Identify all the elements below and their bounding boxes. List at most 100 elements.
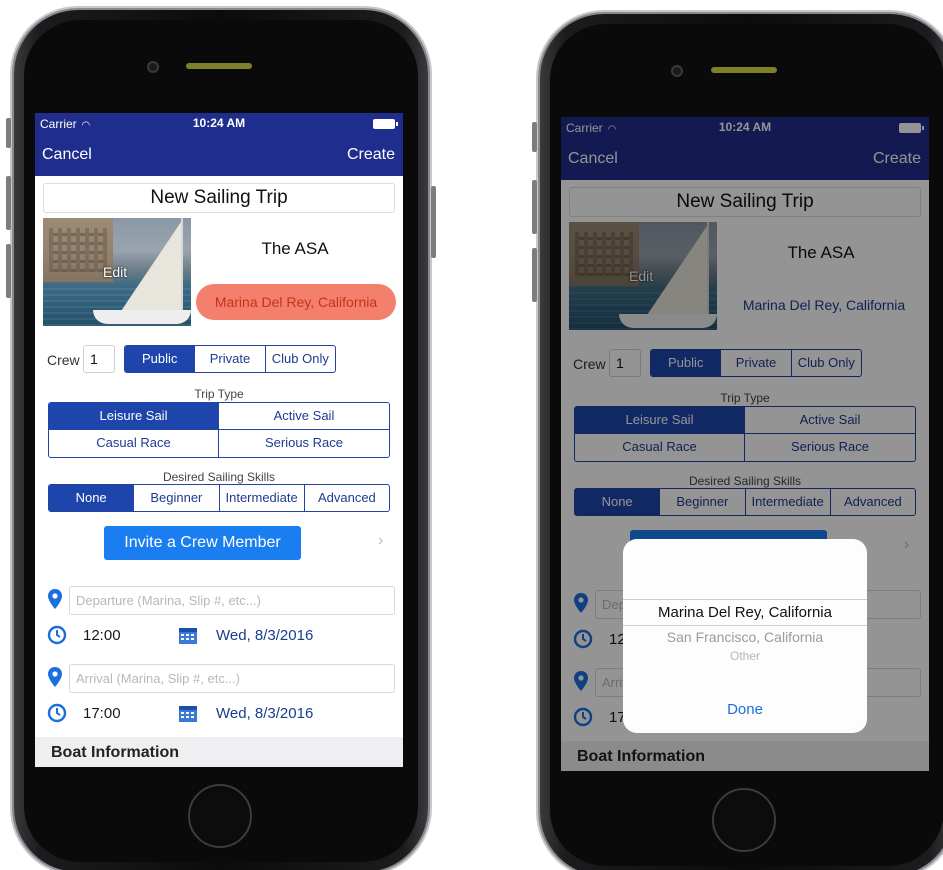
skill-intermediate[interactable]: Intermediate [220,485,305,511]
volume-down-button [6,244,11,298]
crew-count-field[interactable]: 1 [609,349,641,377]
skill-beginner[interactable]: Beginner [660,489,746,515]
skill-none[interactable]: None [49,485,135,511]
trip-type-segmented-control: Leisure Sail Active Sail Casual Race Ser… [574,406,916,462]
trip-type-leisure-sail[interactable]: Leisure Sail [575,407,745,434]
volume-up-button [532,180,537,234]
departure-date[interactable]: Wed, 8/3/2016 [216,627,313,644]
status-time: 10:24 AM [718,120,772,134]
skill-intermediate[interactable]: Intermediate [746,489,831,515]
phone-left: Carrier ◠ 10:24 AM Cancel Create New Sai… [6,10,436,870]
invite-crew-button[interactable]: Invite a Crew Member [104,526,301,560]
arrival-field[interactable]: Arrival (Marina, Slip #, etc...) [69,664,395,693]
mute-switch [532,122,537,152]
cancel-button[interactable]: Cancel [568,150,618,168]
clock-icon [573,629,593,649]
photo-hull [619,314,717,328]
create-button[interactable]: Create [347,146,395,164]
visibility-public[interactable]: Public [125,346,196,372]
location-button[interactable]: Marina Del Rey, California [196,284,396,320]
skill-advanced[interactable]: Advanced [305,485,389,511]
picker-option-other[interactable]: Other [623,649,867,663]
location-value[interactable]: Marina Del Rey, California [725,297,923,313]
skill-advanced[interactable]: Advanced [831,489,915,515]
chevron-right-icon[interactable]: › [904,536,909,554]
volume-up-button [6,176,11,230]
trip-type-casual-race[interactable]: Casual Race [575,434,745,461]
screen-left: Carrier ◠ 10:24 AM Cancel Create New Sai… [35,113,403,767]
home-button[interactable] [712,788,776,852]
location-pin-icon [574,593,588,613]
arrival-date[interactable]: Wed, 8/3/2016 [216,705,313,722]
clock-icon [47,703,67,723]
trip-type-leisure-sail[interactable]: Leisure Sail [49,403,219,430]
trip-type-segmented-control: Leisure Sail Active Sail Casual Race Ser… [48,402,390,458]
picker-done-button[interactable]: Done [623,701,867,718]
skills-label: Desired Sailing Skills [688,474,802,488]
location-pin-icon [574,671,588,691]
front-camera [671,65,683,77]
status-bar: Carrier ◠ 10:24 AM [35,113,403,135]
boat-photo[interactable]: Edit [43,218,191,326]
crew-count-field[interactable]: 1 [83,345,115,373]
location-pin-icon [48,589,62,609]
trip-type-serious-race[interactable]: Serious Race [745,434,915,461]
picker-option-marina-del-rey[interactable]: Marina Del Rey, California [623,604,867,621]
trip-type-active-sail[interactable]: Active Sail [745,407,915,434]
trip-type-label: Trip Type [720,391,770,405]
picker-selection-line-top [623,599,867,600]
organization-name: The ASA [261,239,329,258]
cancel-button[interactable]: Cancel [42,146,92,164]
skill-none[interactable]: None [575,489,661,515]
screen-right: Carrier ◠ 10:24 AM Cancel Create New Sai… [561,117,929,771]
clock-icon [573,707,593,727]
arrival-time[interactable]: 17:00 [83,705,121,722]
visibility-private[interactable]: Private [195,346,266,372]
picker-option-san-francisco[interactable]: San Francisco, California [623,629,867,645]
calendar-icon [179,706,197,722]
create-button[interactable]: Create [873,150,921,168]
boat-information-header: Boat Information [35,737,403,767]
picker-selection-line-bottom [623,625,867,626]
clock-icon [47,625,67,645]
photo-hull [93,310,191,324]
trip-type-casual-race[interactable]: Casual Race [49,430,219,457]
skills-segmented-control: None Beginner Intermediate Advanced [48,484,390,512]
skill-beginner[interactable]: Beginner [134,485,220,511]
visibility-public[interactable]: Public [651,350,722,376]
departure-time[interactable]: 12:00 [83,627,121,644]
visibility-private[interactable]: Private [721,350,792,376]
phone-right: Carrier ◠ 10:24 AM Cancel Create New Sai… [532,14,943,870]
trip-type-active-sail[interactable]: Active Sail [219,403,389,430]
visibility-club-only[interactable]: Club Only [266,346,335,372]
trip-type-label: Trip Type [194,387,244,401]
nav-bar: Cancel Create [561,139,929,180]
visibility-segmented-control: Public Private Club Only [650,349,862,377]
skills-segmented-control: None Beginner Intermediate Advanced [574,488,916,516]
crew-label: Crew [47,352,80,368]
trip-type-serious-race[interactable]: Serious Race [219,430,389,457]
location-pin-icon [48,667,62,687]
front-camera [147,61,159,73]
status-time: 10:24 AM [192,116,246,130]
earpiece-speaker [711,67,777,73]
home-button[interactable] [188,784,252,848]
crew-label: Crew [573,356,606,372]
chevron-right-icon[interactable]: › [378,532,383,550]
calendar-icon [179,628,197,644]
visibility-club-only[interactable]: Club Only [792,350,861,376]
photo-mast [707,222,709,326]
trip-title-field[interactable]: New Sailing Trip [569,187,921,217]
earpiece-speaker [186,63,252,69]
power-button [431,186,436,258]
boat-information-header: Boat Information [561,741,929,771]
organization-name: The ASA [787,243,855,262]
departure-field[interactable]: Departure (Marina, Slip #, etc...) [69,586,395,615]
location-picker-dialog: Marina Del Rey, California San Francisco… [623,539,867,733]
trip-title-field[interactable]: New Sailing Trip [43,183,395,213]
battery-icon [373,119,398,129]
photo-mast [181,218,183,322]
photo-edit-label: Edit [103,264,128,280]
boat-photo[interactable]: Edit [569,222,717,330]
volume-down-button [532,248,537,302]
